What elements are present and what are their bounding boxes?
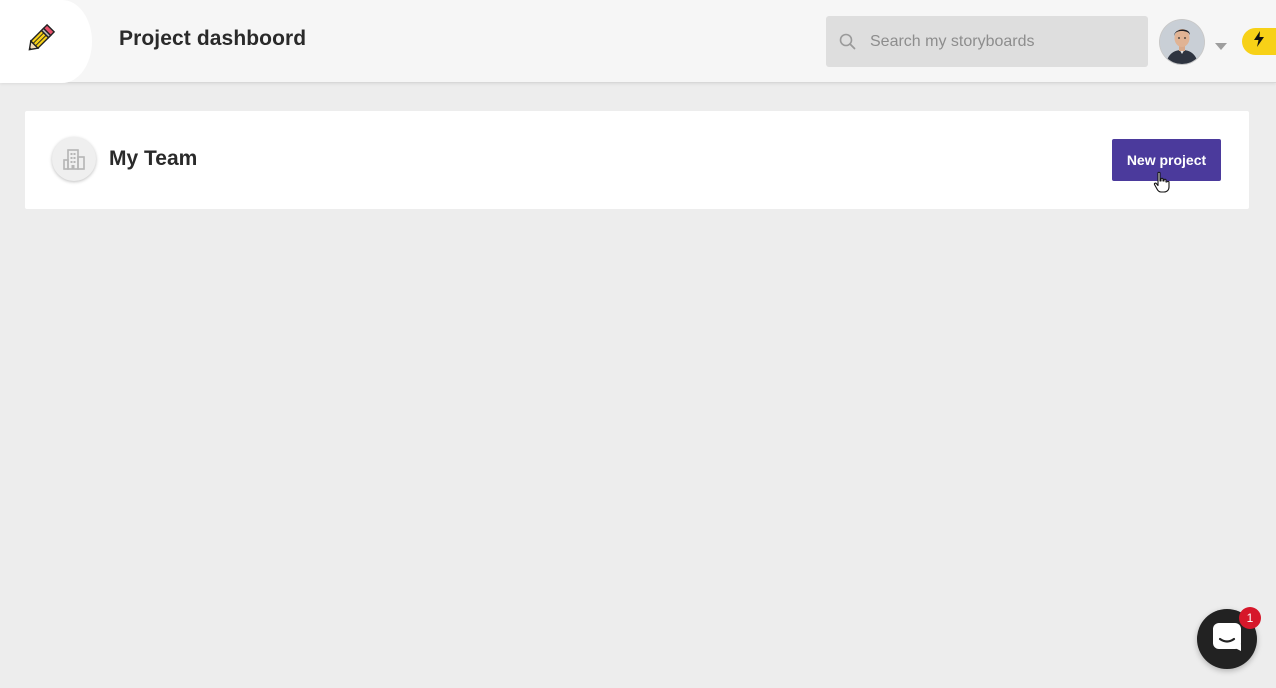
team-card: My Team New project <box>25 111 1249 209</box>
search-input[interactable] <box>870 16 1140 67</box>
search-icon <box>839 33 856 55</box>
top-bar: Project dashboord <box>0 0 1276 83</box>
notification-badge: 1 <box>1239 607 1261 629</box>
lightning-bolt-icon <box>1253 31 1265 52</box>
chat-icon <box>1212 622 1242 657</box>
chevron-down-icon[interactable] <box>1214 38 1228 56</box>
page-title: Project dashboord <box>119 27 307 50</box>
team-name: My Team <box>109 147 198 170</box>
building-icon <box>52 137 96 181</box>
upgrade-badge[interactable] <box>1242 28 1276 55</box>
pencil-eraser-icon <box>24 23 56 60</box>
logo[interactable] <box>0 0 92 83</box>
user-avatar[interactable] <box>1160 20 1204 64</box>
hand-cursor-icon <box>1153 171 1171 198</box>
search-box[interactable] <box>826 16 1148 67</box>
